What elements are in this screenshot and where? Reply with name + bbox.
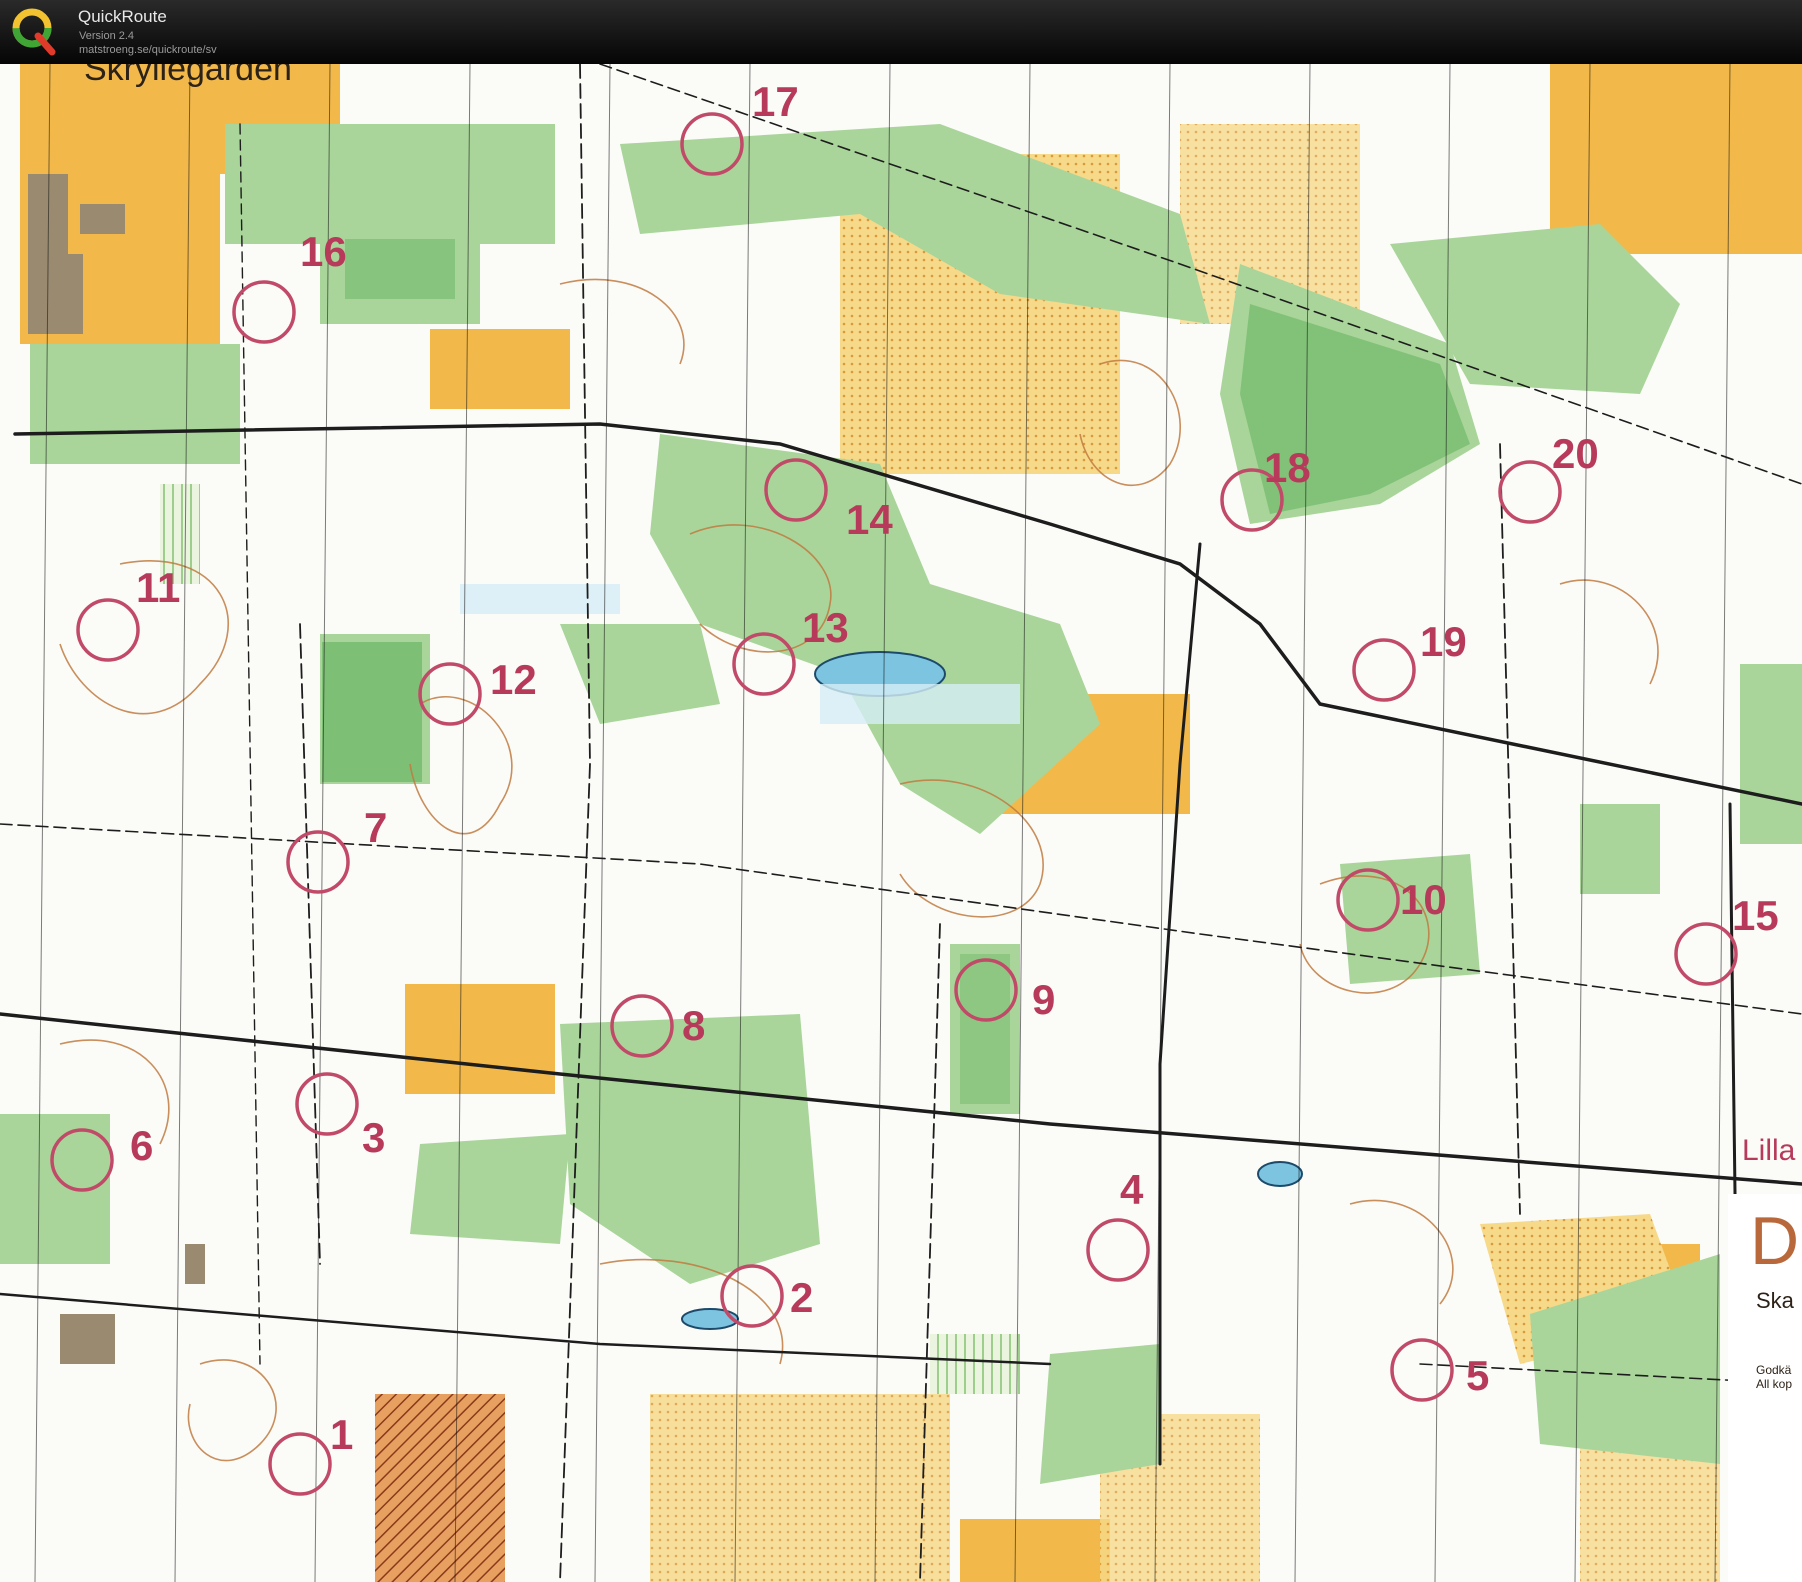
control-number-19: 19 [1420, 618, 1467, 665]
control-number-3: 3 [362, 1114, 385, 1161]
orienteering-map[interactable]: 1 2 3 4 5 6 7 8 9 10 11 12 13 14 15 16 1… [0, 64, 1802, 1582]
control-number-1: 1 [330, 1411, 353, 1458]
control-number-20: 20 [1552, 430, 1599, 477]
control-number-13: 13 [802, 604, 849, 651]
app-version: Version 2.4 [79, 30, 135, 42]
control-number-9: 9 [1032, 976, 1055, 1023]
control-number-14: 14 [846, 496, 893, 543]
control-number-2: 2 [790, 1274, 813, 1321]
control-number-4: 4 [1120, 1166, 1144, 1213]
edge-text-godk: Godkä [1756, 1363, 1792, 1377]
control-number-6: 6 [130, 1122, 153, 1169]
control-number-12: 12 [490, 656, 537, 703]
map-canvas[interactable]: 1 2 3 4 5 6 7 8 9 10 11 12 13 14 15 16 1… [0, 64, 1802, 1582]
app-url: matstroeng.se/quickroute/sv [79, 44, 217, 56]
edge-text-allkop: All kop [1756, 1377, 1792, 1391]
control-number-18: 18 [1264, 444, 1311, 491]
control-number-15: 15 [1732, 892, 1779, 939]
control-number-11: 11 [136, 564, 180, 611]
control-number-16: 16 [300, 228, 347, 275]
title-bar: QuickRoute Version 2.4 matstroeng.se/qui… [0, 0, 1802, 64]
app-title: QuickRoute [78, 7, 167, 26]
edge-text-ska: Ska [1756, 1288, 1795, 1313]
control-number-10: 10 [1400, 876, 1447, 923]
quickroute-logo-icon [12, 8, 56, 56]
edge-text-d: D [1750, 1203, 1799, 1279]
place-name-skryllegarden: Skryllegården [84, 64, 292, 88]
edge-text-lilla: Lilla [1742, 1134, 1796, 1167]
control-number-5: 5 [1466, 1352, 1489, 1399]
control-number-7: 7 [364, 804, 387, 851]
control-number-17: 17 [752, 78, 799, 125]
control-number-8: 8 [682, 1002, 705, 1049]
